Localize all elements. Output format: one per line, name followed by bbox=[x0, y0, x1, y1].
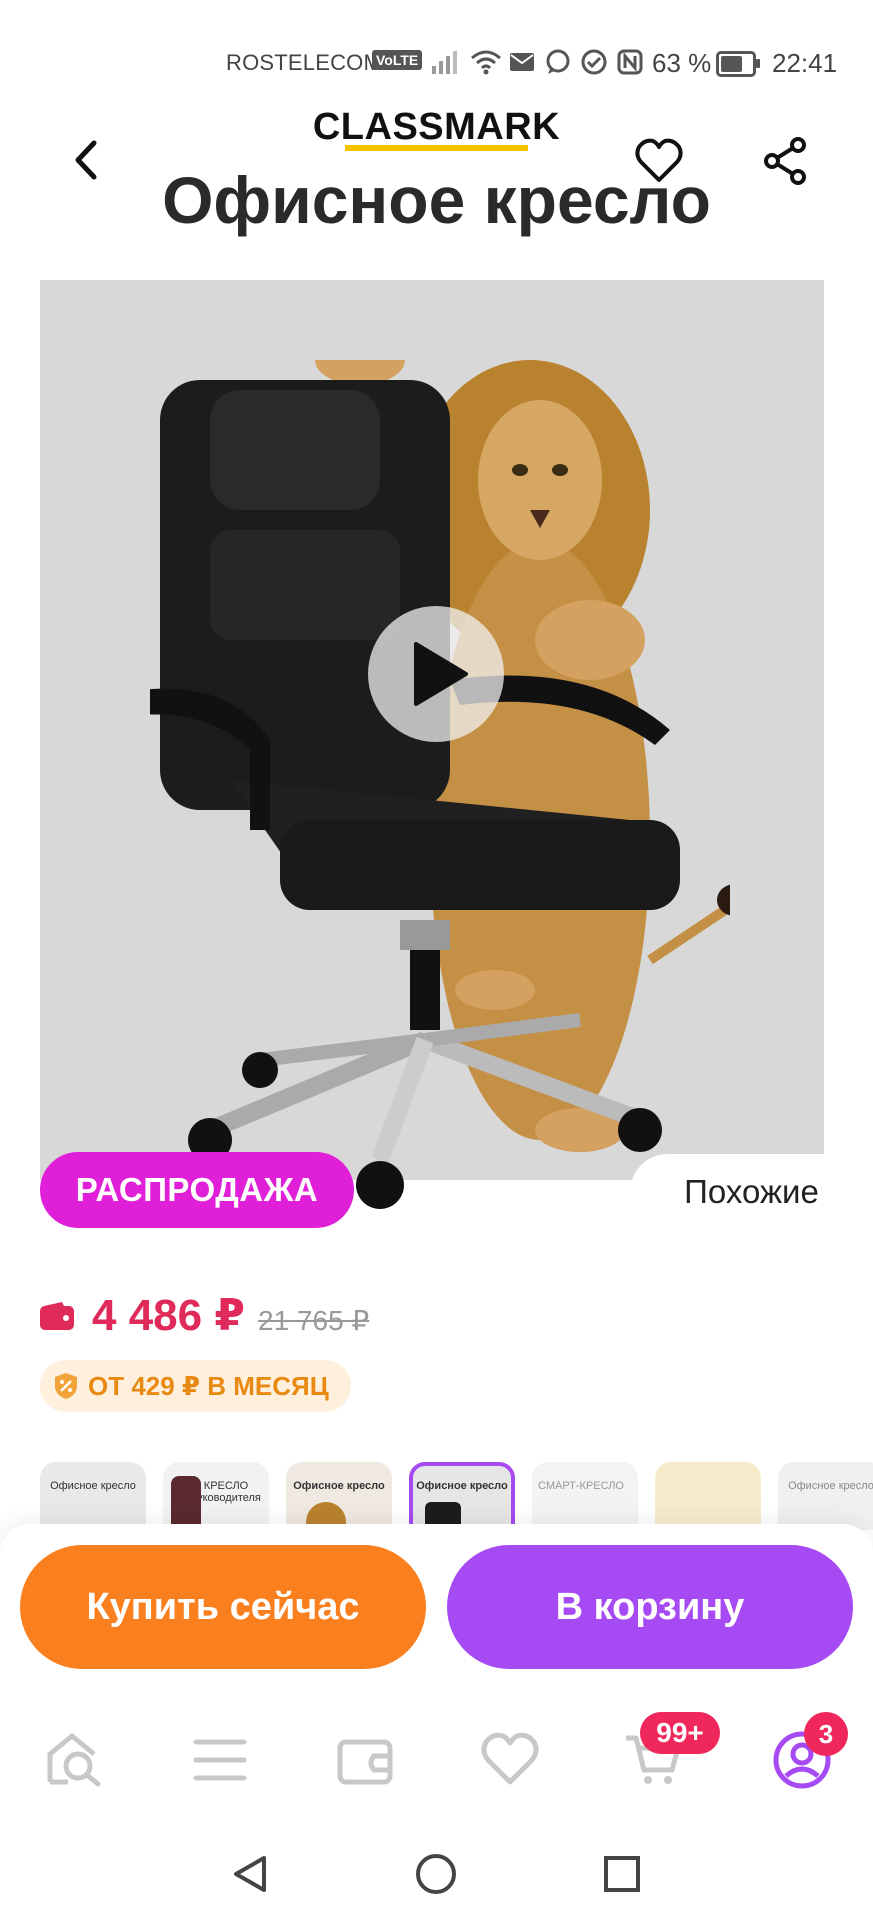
nav-favorites[interactable] bbox=[478, 1728, 542, 1792]
nav-home-icon[interactable] bbox=[414, 1852, 458, 1896]
thumbnail-label: Офисное кресло bbox=[50, 1480, 136, 1492]
thumbnail-label: Офисное кресло bbox=[293, 1480, 385, 1492]
chair-illustration bbox=[150, 360, 730, 1209]
play-icon bbox=[414, 642, 468, 706]
share-button[interactable] bbox=[760, 135, 812, 187]
wallet-icon bbox=[40, 1302, 74, 1330]
thumbnail[interactable] bbox=[655, 1462, 761, 1530]
heart-outline-icon bbox=[481, 1732, 539, 1785]
nav-recents-icon[interactable] bbox=[600, 1852, 644, 1896]
nav-catalog[interactable] bbox=[188, 1728, 252, 1792]
thumbnail[interactable]: Офисное кресло bbox=[286, 1462, 392, 1530]
thumbnail-label: Офисное кресло bbox=[416, 1480, 508, 1492]
thumbnail[interactable]: СМАРТ-КРЕСЛО bbox=[532, 1462, 638, 1530]
installment-badge[interactable]: ОТ 429 ₽ В МЕСЯЦ bbox=[40, 1360, 351, 1412]
profile-badge: 3 bbox=[804, 1712, 848, 1756]
system-nav-bar bbox=[0, 1830, 873, 1920]
price-row: 4 486 ₽ 21 765 ₽ bbox=[40, 1290, 460, 1350]
nav-home[interactable] bbox=[42, 1728, 106, 1792]
add-to-cart-button[interactable]: В корзину bbox=[447, 1545, 853, 1669]
cart-count-badge: 99+ bbox=[640, 1712, 720, 1754]
thumbnail-strip[interactable]: Офисное кресло КРЕСЛО руководителя Офисн… bbox=[40, 1458, 873, 1530]
brand-underline bbox=[345, 145, 528, 151]
share-icon bbox=[764, 137, 806, 185]
brand-logo: CLASSMARK bbox=[312, 106, 561, 148]
heart-icon bbox=[635, 138, 683, 182]
similar-button[interactable]: Похожие bbox=[630, 1154, 873, 1230]
thumbnail-selected[interactable]: Офисное кресло bbox=[409, 1462, 515, 1530]
bottom-nav: 99+ 3 bbox=[0, 1690, 873, 1830]
play-video-button[interactable] bbox=[368, 606, 504, 742]
image-title: Офисное кресло bbox=[162, 163, 711, 237]
sale-badge: РАСПРОДАЖА bbox=[40, 1152, 354, 1228]
nav-back-icon[interactable] bbox=[228, 1852, 272, 1896]
old-price: 21 765 ₽ bbox=[258, 1305, 370, 1336]
percent-shield-icon bbox=[55, 1373, 77, 1399]
thumbnail-label: Офисное кресло bbox=[788, 1480, 873, 1492]
buy-now-button[interactable]: Купить сейчас bbox=[20, 1545, 426, 1669]
wallet-outline-icon bbox=[337, 1739, 393, 1785]
thumbnail-label: СМАРТ-КРЕСЛО bbox=[538, 1480, 624, 1492]
thumbnail[interactable]: КРЕСЛО руководителя bbox=[163, 1462, 269, 1530]
nav-wallet[interactable] bbox=[334, 1728, 398, 1792]
current-price: 4 486 ₽ bbox=[92, 1291, 245, 1340]
chevron-left-icon bbox=[75, 140, 97, 180]
back-button[interactable] bbox=[62, 135, 112, 185]
home-search-icon bbox=[47, 1733, 101, 1787]
installment-text: ОТ 429 ₽ В МЕСЯЦ bbox=[88, 1370, 329, 1401]
thumbnail[interactable]: Офисное кресло bbox=[778, 1462, 873, 1530]
menu-icon bbox=[193, 1739, 247, 1781]
thumbnail[interactable]: Офисное кресло bbox=[40, 1462, 146, 1530]
favorite-button[interactable] bbox=[633, 135, 685, 187]
